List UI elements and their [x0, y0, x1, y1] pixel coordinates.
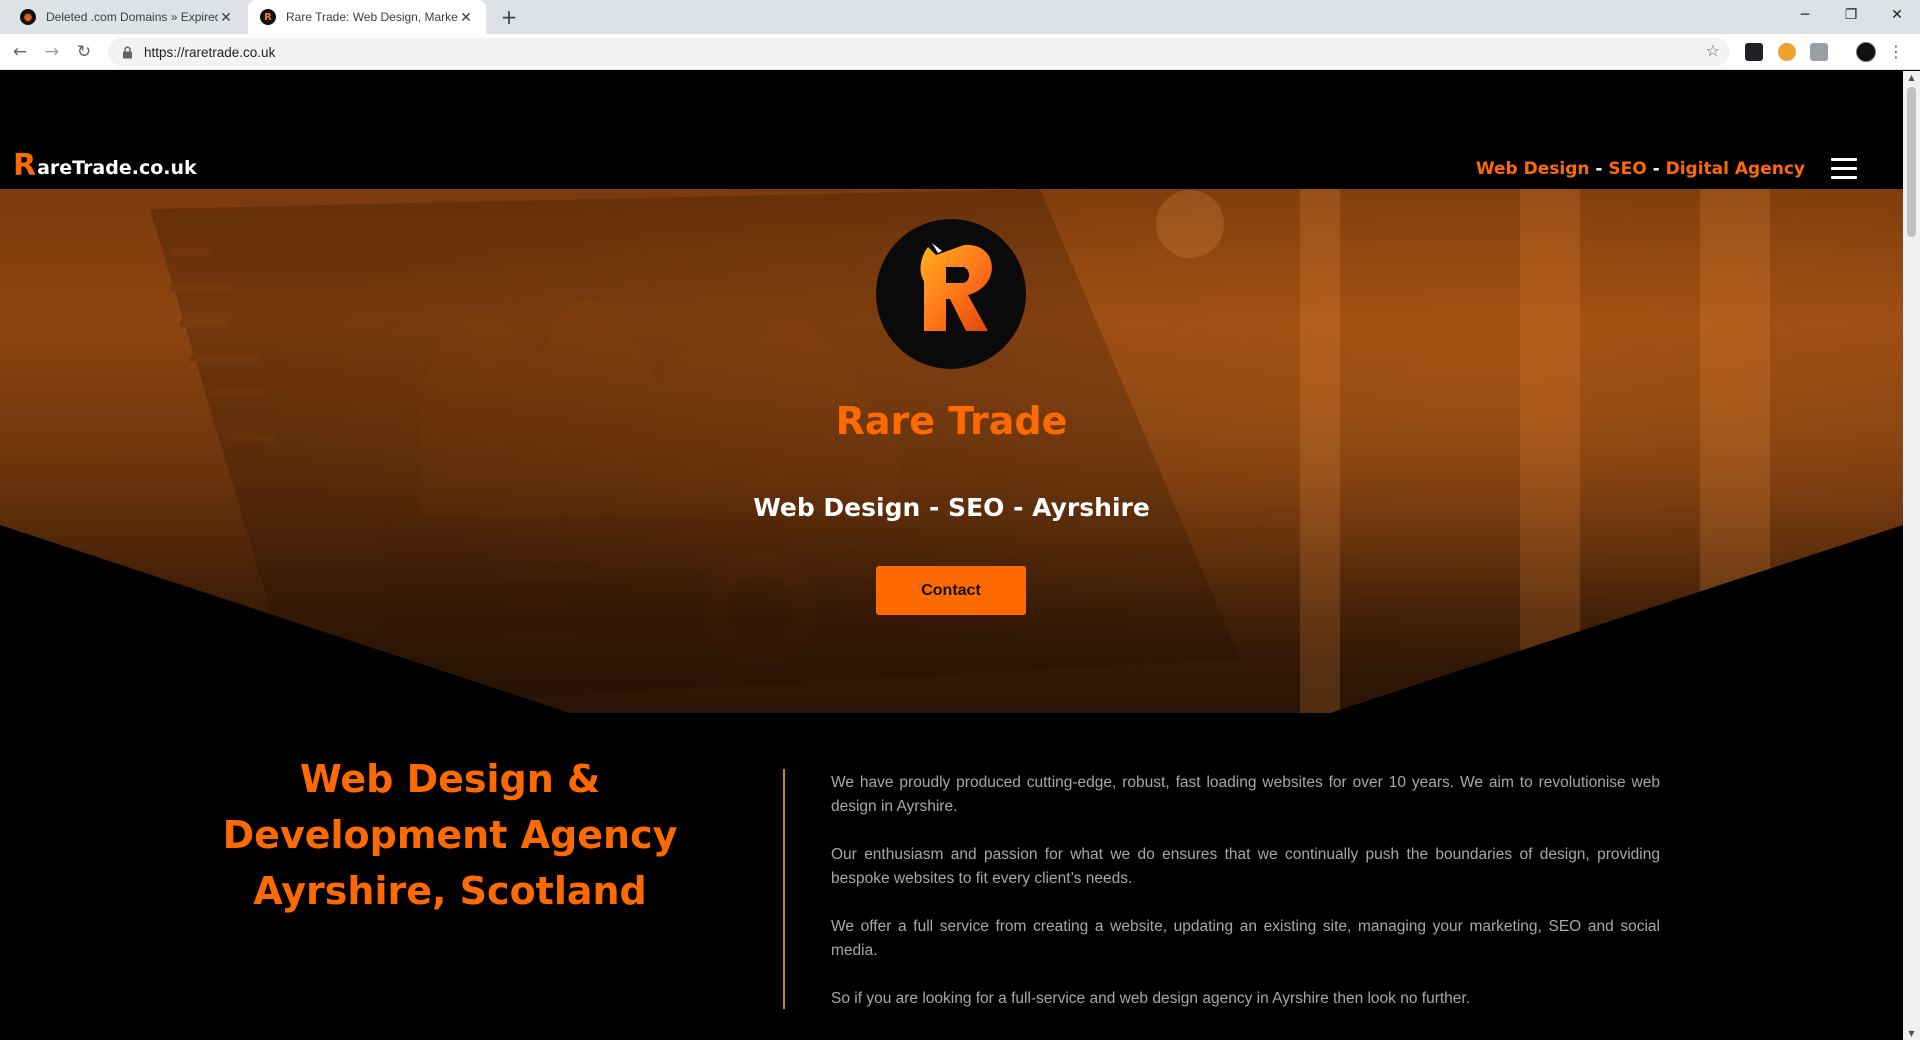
close-window-icon[interactable]: ✕ — [1874, 0, 1920, 30]
about-text: We have proudly produced cutting-edge, r… — [831, 771, 1660, 1035]
logo-r-mark: R — [13, 148, 37, 183]
hero-subtitle: Web Design - SEO - Ayrshire — [753, 493, 1150, 522]
browser-tab-bar: ● Deleted .com Domains » Expired ✕ R Rar… — [0, 0, 1920, 34]
hero-section: Rare Trade Web Design - SEO - Ayrshire C… — [0, 189, 1903, 713]
web-page: R areTrade.co.uk Web Design - SEO - Digi… — [0, 71, 1903, 1040]
camera-icon[interactable] — [1810, 43, 1828, 61]
vertical-divider — [783, 769, 785, 1009]
tab-title: Deleted .com Domains » Expired — [46, 10, 218, 24]
hamburger-menu-icon[interactable] — [1831, 158, 1857, 180]
site-favicon-icon: ● — [20, 9, 36, 25]
about-paragraph: We have proudly produced cutting-edge, r… — [831, 774, 1660, 815]
tagline-web-design: Web Design — [1475, 159, 1590, 179]
browser-toolbar: ← → ↻ https://raretrade.co.uk ☆ ⋮ — [0, 34, 1920, 70]
about-heading-line: Ayrshire, Scotland — [253, 869, 647, 913]
extension-fruit-icon[interactable] — [1778, 43, 1796, 61]
tab-close-icon[interactable]: ✕ — [458, 9, 474, 26]
browser-tab-rare-trade[interactable]: R Rare Trade: Web Design, Marketi ✕ — [248, 0, 486, 34]
url-text[interactable]: https://raretrade.co.uk — [144, 45, 275, 60]
hero-title: Rare Trade — [835, 399, 1068, 443]
rare-trade-logo-badge — [876, 219, 1026, 369]
lock-icon[interactable] — [120, 45, 134, 59]
tagline-seo: SEO — [1608, 159, 1647, 179]
tab-title: Rare Trade: Web Design, Marketi — [286, 10, 458, 24]
tagline-digital-agency: Digital Agency — [1665, 159, 1805, 179]
scroll-up-arrow-icon[interactable]: ▲ — [1903, 73, 1920, 82]
about-paragraph: We offer a full service from creating a … — [831, 918, 1660, 959]
about-paragraph: So if you are looking for a full-service… — [831, 990, 1471, 1007]
tagline-separator: - — [1646, 159, 1666, 179]
extension-icon[interactable] — [1745, 43, 1763, 61]
flame-r-logo-icon — [920, 243, 992, 331]
logo-text: areTrade.co.uk — [37, 157, 197, 179]
forward-arrow-icon[interactable]: → — [40, 40, 64, 64]
tagline-separator: - — [1589, 159, 1609, 179]
site-logo[interactable]: R areTrade.co.uk — [13, 151, 197, 181]
new-tab-plus-icon[interactable]: + — [498, 6, 520, 28]
tab-close-icon[interactable]: ✕ — [218, 9, 234, 26]
about-paragraph: Our enthusiasm and passion for what we d… — [831, 846, 1660, 887]
restore-icon[interactable]: ❐ — [1828, 0, 1874, 30]
reload-icon[interactable]: ↻ — [72, 40, 96, 64]
contact-button[interactable]: Contact — [876, 566, 1026, 615]
minimize-icon[interactable]: ─ — [1782, 0, 1828, 30]
scroll-down-arrow-icon[interactable]: ▼ — [1903, 1029, 1920, 1038]
header-tagline: Web Design - SEO - Digital Agency — [1476, 159, 1805, 179]
about-heading-line: Development Agency — [222, 813, 678, 857]
bookmark-star-icon[interactable]: ☆ — [1706, 41, 1720, 60]
rare-trade-favicon-icon: R — [260, 9, 276, 25]
browser-tab-deleted-domains[interactable]: ● Deleted .com Domains » Expired ✕ — [8, 0, 246, 34]
scrollbar-thumb[interactable] — [1907, 87, 1916, 237]
site-header: R areTrade.co.uk Web Design - SEO - Digi… — [0, 71, 1903, 189]
page-scrollbar[interactable]: ▲ ▼ — [1903, 71, 1920, 1040]
address-bar[interactable]: https://raretrade.co.uk ☆ — [108, 38, 1730, 66]
profile-avatar[interactable] — [1856, 42, 1876, 62]
about-heading: Web Design & Development Agency Ayrshire… — [190, 751, 710, 919]
back-arrow-icon[interactable]: ← — [8, 40, 32, 64]
browser-menu-icon[interactable]: ⋮ — [1888, 40, 1904, 64]
about-heading-line: Web Design & — [299, 757, 601, 801]
about-section: Web Design & Development Agency Ayrshire… — [0, 713, 1903, 1040]
